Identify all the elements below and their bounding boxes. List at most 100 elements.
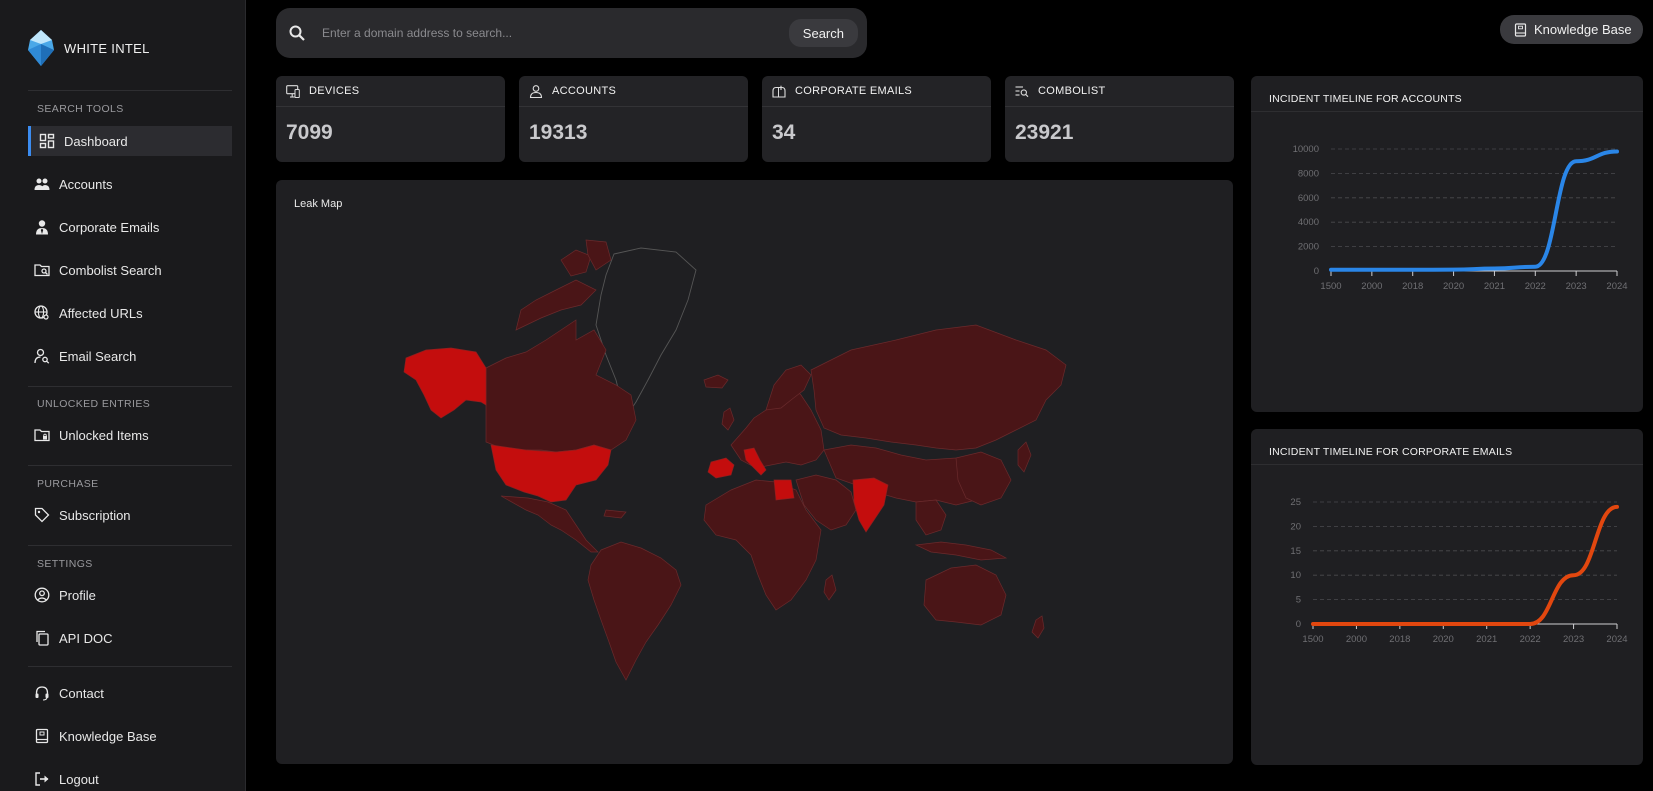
sidebar-item-label: Knowledge Base — [59, 728, 157, 744]
folder-search-icon — [34, 262, 50, 278]
x-tick-label: 2023 — [1566, 281, 1587, 292]
stat-card-corporate-emails: CORPORATE EMAILS 34 — [762, 76, 991, 162]
sidebar-item-dashboard[interactable]: Dashboard — [28, 126, 232, 156]
sidebar-item-corporate-emails[interactable]: Corporate Emails — [28, 212, 232, 242]
map-region-russia[interactable] — [810, 324, 1067, 451]
book-icon — [1514, 22, 1527, 37]
map-region-new-zealand[interactable] — [1031, 615, 1045, 639]
map-region-madagascar[interactable] — [823, 574, 837, 601]
map-region-indonesia[interactable] — [914, 541, 1008, 561]
map-region-canada-islands[interactable] — [585, 239, 612, 271]
divider — [28, 90, 232, 91]
chart-accounts: 0 2000 4000 6000 8000 10000 1500 2000 2018 2020 20… — [1293, 144, 1628, 292]
stat-card-header: DEVICES — [276, 76, 505, 107]
sidebar-item-label: Corporate Emails — [59, 219, 160, 235]
sidebar-item-label: Combolist Search — [59, 262, 162, 278]
y-tick-label: 0 — [1314, 266, 1319, 277]
map-region-japan[interactable] — [1017, 441, 1032, 473]
stat-label: ACCOUNTS — [552, 85, 617, 97]
dashboard-icon — [39, 133, 55, 149]
map-region-iceland[interactable] — [703, 374, 729, 389]
map-region-india[interactable] — [852, 477, 889, 533]
map-region-south-america[interactable] — [587, 541, 682, 681]
stat-card-combolist: COMBOLIST 23921 — [1005, 76, 1234, 162]
y-tick-label: 5 — [1296, 595, 1301, 606]
sidebar-item-subscription[interactable]: Subscription — [28, 500, 232, 530]
chart-panel-corporate-emails: INCIDENT TIMELINE FOR CORPORATE EMAILS 0… — [1251, 429, 1643, 765]
sidebar-item-label: Subscription — [59, 507, 131, 523]
stat-value: 34 — [772, 121, 796, 144]
map-region-uk[interactable] — [721, 407, 735, 431]
stat-label: COMBOLIST — [1038, 85, 1106, 97]
x-tick-label: 2000 — [1361, 281, 1382, 292]
sidebar-item-label: Unlocked Items — [59, 427, 149, 443]
x-tick-label: 2020 — [1443, 281, 1464, 292]
x-tick-label: 2000 — [1346, 634, 1367, 645]
section-unlocked-entries: UNLOCKED ENTRIES — [37, 398, 151, 410]
y-tick-label: 0 — [1296, 619, 1301, 630]
stat-value: 7099 — [286, 121, 333, 144]
section-purchase: PURCHASE — [37, 478, 99, 490]
y-tick-label: 6000 — [1298, 193, 1319, 204]
x-tick-label: 2024 — [1606, 634, 1627, 645]
sidebar-item-unlocked-items[interactable]: Unlocked Items — [28, 420, 232, 450]
user-tie-icon — [34, 219, 50, 235]
search-input[interactable] — [322, 26, 789, 40]
sidebar-item-combolist-search[interactable]: Combolist Search — [28, 255, 232, 285]
sidebar-item-label: Dashboard — [64, 133, 128, 149]
map-region-spain[interactable] — [707, 457, 735, 479]
stat-card-header: ACCOUNTS — [519, 76, 748, 107]
sidebar-item-profile[interactable]: Profile — [28, 580, 232, 610]
leak-map-panel: Leak Map — [276, 180, 1233, 764]
stat-card-accounts: ACCOUNTS 19313 — [519, 76, 748, 162]
y-tick-label: 25 — [1290, 497, 1301, 508]
map-region-southeast-asia[interactable] — [915, 499, 947, 536]
devices-icon — [286, 84, 300, 98]
map-region-canada[interactable] — [485, 319, 637, 453]
sidebar-item-accounts[interactable]: Accounts — [28, 169, 232, 199]
section-search-tools: SEARCH TOOLS — [37, 103, 124, 115]
brand[interactable]: WHITE INTEL — [26, 28, 150, 68]
map-region-united-states[interactable] — [490, 444, 612, 503]
x-tick-label: 2022 — [1520, 634, 1541, 645]
users-icon — [34, 176, 50, 192]
mailbox-icon — [772, 85, 786, 98]
sidebar-item-email-search[interactable]: Email Search — [28, 341, 232, 371]
map-region-canada-islands[interactable] — [560, 249, 592, 277]
sidebar-item-affected-urls[interactable]: Affected URLs — [28, 298, 232, 328]
sidebar-item-label: API DOC — [59, 630, 113, 646]
x-tick-label: 2018 — [1389, 634, 1410, 645]
map-region-mexico[interactable] — [500, 495, 599, 553]
knowledge-base-button[interactable]: Knowledge Base — [1500, 15, 1643, 44]
map-region-caribbean[interactable] — [603, 509, 627, 519]
map-region-egypt[interactable] — [773, 479, 795, 501]
sidebar-item-api-doc[interactable]: API DOC — [28, 623, 232, 653]
divider — [28, 666, 232, 667]
knowledge-base-label: Knowledge Base — [1534, 22, 1632, 37]
map-region-australia[interactable] — [923, 564, 1007, 626]
map-region-alaska[interactable] — [403, 347, 487, 419]
stat-label: DEVICES — [309, 85, 360, 97]
user-circle-icon — [34, 587, 50, 603]
x-tick-label: 2018 — [1402, 281, 1423, 292]
chart-panel-accounts: INCIDENT TIMELINE FOR ACCOUNTS 0 2000 4000… — [1251, 76, 1643, 412]
map-region-canada-islands[interactable] — [515, 279, 597, 331]
x-tick-label: 2021 — [1484, 281, 1505, 292]
x-tick-label: 2022 — [1525, 281, 1546, 292]
stat-card-header: CORPORATE EMAILS — [762, 76, 991, 107]
copy-icon — [34, 630, 50, 646]
sidebar-item-logout[interactable]: Logout — [28, 764, 232, 791]
folder-lock-icon — [34, 427, 50, 443]
logout-icon — [34, 771, 50, 787]
sidebar-item-label: Logout — [59, 771, 99, 787]
stat-card-devices: DEVICES 7099 — [276, 76, 505, 162]
stat-label: CORPORATE EMAILS — [795, 85, 913, 97]
sidebar-item-contact[interactable]: Contact — [28, 678, 232, 708]
sidebar-item-knowledge-base[interactable]: Knowledge Base — [28, 721, 232, 751]
divider — [28, 545, 232, 546]
tag-icon — [34, 507, 50, 523]
world-map[interactable] — [276, 180, 1233, 764]
x-tick-label: 1500 — [1302, 634, 1323, 645]
search-button[interactable]: Search — [788, 19, 858, 47]
sidebar: WHITE INTEL SEARCH TOOLS Dashboard Accou… — [0, 0, 246, 791]
